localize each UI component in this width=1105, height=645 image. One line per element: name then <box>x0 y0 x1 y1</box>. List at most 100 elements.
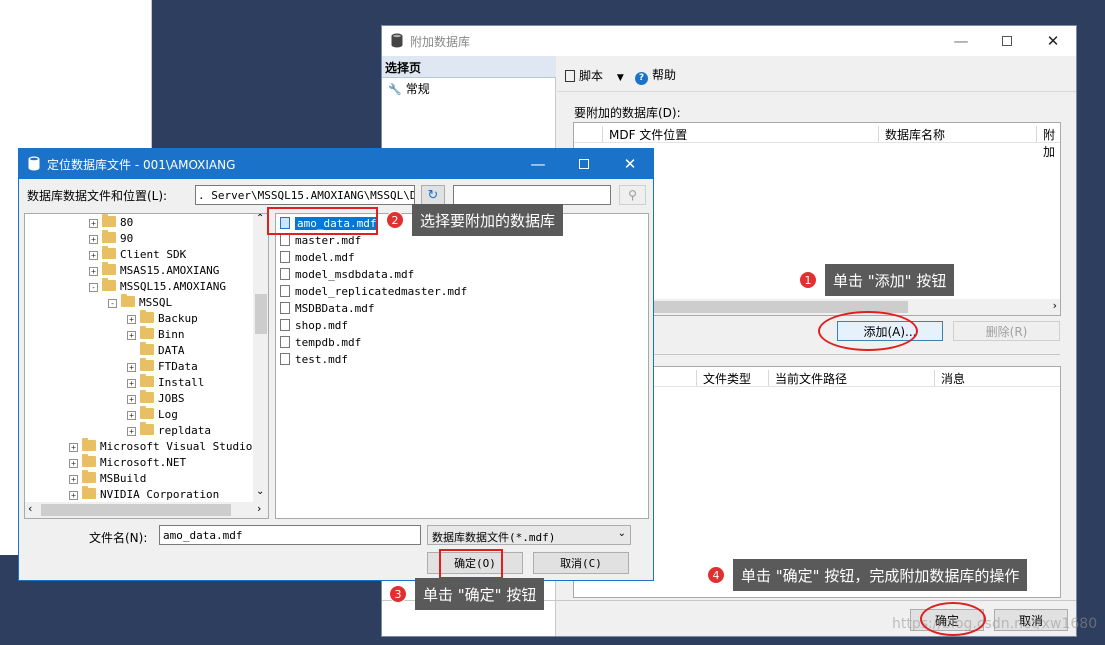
scroll-left-icon[interactable]: ‹ <box>28 502 32 515</box>
remove-button: 删除(R) <box>953 321 1060 341</box>
tree-item[interactable]: + Backup <box>127 310 198 328</box>
tree-scroll-thumb[interactable] <box>255 294 267 334</box>
filename-field[interactable]: amo_data.mdf <box>159 525 421 545</box>
maximize-icon[interactable] <box>984 26 1030 56</box>
expand-icon[interactable]: + <box>69 475 78 484</box>
expand-icon[interactable]: + <box>69 443 78 452</box>
step4-badge: 4 <box>707 566 725 584</box>
expand-icon[interactable]: + <box>89 219 98 228</box>
step2-badge: 2 <box>386 211 404 229</box>
file-list-item[interactable]: test.mdf <box>280 353 348 369</box>
tree-item[interactable]: + Install <box>127 374 204 392</box>
close-icon[interactable]: ✕ <box>1030 26 1076 56</box>
tree-item[interactable]: + Log <box>127 406 178 424</box>
folder-icon <box>140 374 154 387</box>
folder-icon <box>102 278 116 291</box>
tree-item[interactable]: + repldata <box>127 422 211 440</box>
help-button[interactable]: ? 帮助 <box>635 66 677 85</box>
wrench-icon: 🔧 <box>388 83 402 96</box>
tree-item[interactable]: - MSSQL15.AMOXIANG <box>89 278 226 296</box>
col-mdf-location[interactable]: MDF 文件位置 <box>602 126 687 142</box>
tree-item[interactable]: DATA <box>127 342 185 360</box>
file-name-label: model_msdbdata.mdf <box>295 268 415 281</box>
tree-item-label: 80 <box>120 216 134 229</box>
folder-icon <box>140 390 154 403</box>
collapse-icon[interactable]: - <box>108 299 117 308</box>
tree-item[interactable]: + Microsoft Visual Studio 1 <box>69 438 266 456</box>
chevron-down-icon: ⌄ <box>617 528 626 539</box>
locate-cancel-button[interactable]: 取消(C) <box>533 552 629 574</box>
tree-item-label: DATA <box>158 344 185 357</box>
tree-item-label: Microsoft.NET <box>100 456 187 469</box>
maximize-icon[interactable] <box>561 149 607 179</box>
file-list-item[interactable]: master.mdf <box>280 234 361 250</box>
tree-item-label: Binn <box>158 328 185 341</box>
minimize-icon[interactable]: — <box>515 149 561 179</box>
expand-icon[interactable]: + <box>127 331 136 340</box>
file-name-label: tempdb.mdf <box>295 336 362 349</box>
col-file-type[interactable]: 文件类型 <box>696 370 751 386</box>
file-list-item[interactable]: model_replicatedmaster.mdf <box>280 285 467 301</box>
page-general[interactable]: 🔧 常规 <box>388 80 430 96</box>
search-input[interactable] <box>453 185 611 205</box>
collapse-icon[interactable]: - <box>89 283 98 292</box>
expand-icon[interactable]: + <box>89 235 98 244</box>
file-list[interactable]: amo_data.mdf master.mdf model.mdf model_msd… <box>275 213 649 519</box>
tree-hscroll-thumb[interactable] <box>41 504 231 516</box>
tree-hscrollbar[interactable]: ‹ › <box>25 502 268 518</box>
tree-item[interactable]: +80 <box>89 214 134 232</box>
folder-icon <box>121 294 135 307</box>
close-icon[interactable]: ✕ <box>607 149 653 179</box>
file-list-item[interactable]: model.mdf <box>280 251 355 267</box>
col-attach[interactable]: 附加 <box>1036 126 1060 159</box>
tree-item-label: MSSQL15.AMOXIANG <box>120 280 226 293</box>
tree-item[interactable]: +90 <box>89 230 133 248</box>
tree-item-label: repldata <box>158 424 211 437</box>
filetype-select[interactable]: 数据库数据文件(*.mdf) ⌄ <box>427 525 631 545</box>
attach-toolbar: 脚本 ▼ ? 帮助 <box>557 56 1076 92</box>
folder-icon <box>140 310 154 323</box>
help-label: 帮助 <box>652 68 677 82</box>
expand-icon[interactable]: + <box>89 251 98 260</box>
scroll-up-icon[interactable]: ⌃ <box>256 214 264 224</box>
refresh-button[interactable]: ↻ <box>421 185 445 205</box>
folder-tree[interactable]: +80 +90 + Client SDK + MSAS15.AMOXIANG - MSSQL1… <box>24 213 269 519</box>
page-general-label: 常规 <box>405 82 430 96</box>
path-field[interactable]: . Server\MSSQL15.AMOXIANG\MSSQL\DATA <box>195 185 415 205</box>
step1-badge: 1 <box>799 271 817 289</box>
expand-icon[interactable]: + <box>127 427 136 436</box>
folder-icon <box>82 438 96 451</box>
file-list-item[interactable]: shop.mdf <box>280 319 348 335</box>
scroll-right-icon[interactable]: › <box>257 502 261 515</box>
tree-item[interactable]: + MSAS15.AMOXIANG <box>89 262 219 280</box>
tree-item[interactable]: + FTData <box>127 358 198 376</box>
expand-icon[interactable]: + <box>127 411 136 420</box>
file-name-label: shop.mdf <box>295 319 348 332</box>
col-message[interactable]: 消息 <box>934 370 965 386</box>
expand-icon[interactable]: + <box>127 315 136 324</box>
database-icon <box>28 156 40 171</box>
expand-icon[interactable]: + <box>89 267 98 276</box>
expand-icon[interactable]: + <box>127 363 136 372</box>
filename-label: 文件名(N): <box>89 531 148 545</box>
tree-vscrollbar[interactable]: ⌃ ⌄ <box>253 214 268 502</box>
chevron-down-icon: ▼ <box>616 73 624 83</box>
script-button[interactable]: 脚本 ▼ <box>565 67 624 83</box>
expand-icon[interactable]: + <box>127 395 136 404</box>
file-list-item[interactable]: model_msdbdata.mdf <box>280 268 414 284</box>
tree-item[interactable]: + JOBS <box>127 390 185 408</box>
expand-icon[interactable]: + <box>69 459 78 468</box>
scroll-right-icon[interactable]: › <box>1053 299 1057 312</box>
folder-icon <box>82 486 96 499</box>
tree-item[interactable]: + Binn <box>127 326 185 344</box>
expand-icon[interactable]: + <box>69 491 78 500</box>
attach-dialog-title: 附加数据库 <box>410 35 471 49</box>
file-list-item[interactable]: MSDBData.mdf <box>280 302 374 318</box>
scroll-down-icon[interactable]: ⌄ <box>256 486 264 497</box>
tree-item[interactable]: + MSBuild <box>69 470 146 488</box>
col-db-name[interactable]: 数据库名称 <box>878 126 945 142</box>
minimize-icon[interactable]: — <box>938 26 984 56</box>
file-list-item[interactable]: tempdb.mdf <box>280 336 361 352</box>
col-current-path[interactable]: 当前文件路径 <box>768 370 847 386</box>
expand-icon[interactable]: + <box>127 379 136 388</box>
